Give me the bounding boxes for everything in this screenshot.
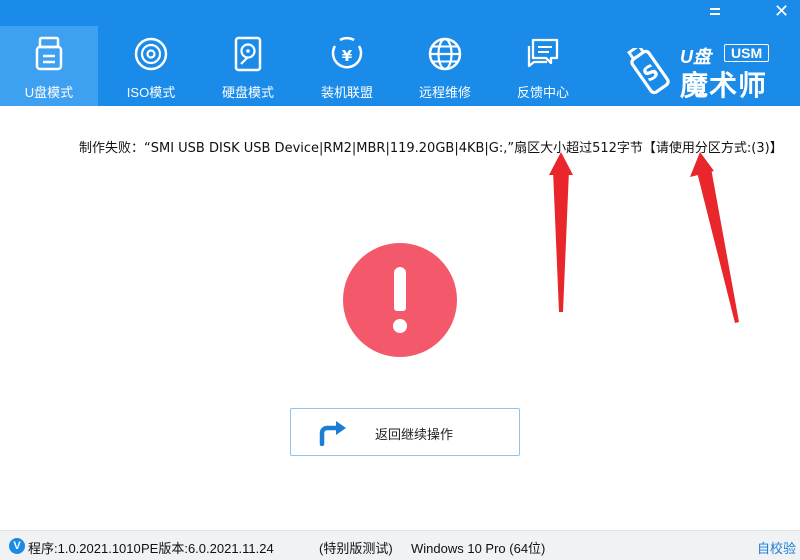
error-icon bbox=[343, 243, 457, 357]
tab-remote-repair[interactable]: 远程维修 bbox=[396, 26, 494, 106]
tab-label: ISO模式 bbox=[126, 85, 176, 100]
usb-drive-icon bbox=[35, 36, 63, 71]
app-header: ✕ U盘模式 ISO模式 硬盘模式 ¥ 装机联盟 远程维修 反馈中心 S U盘 … bbox=[0, 0, 800, 106]
edition-label: (特别版测试) bbox=[319, 541, 393, 556]
logo-usb-icon: S bbox=[627, 48, 670, 95]
tab-hard-disk-mode[interactable]: 硬盘模式 bbox=[199, 26, 297, 106]
return-continue-button[interactable]: 返回继续操作 bbox=[290, 408, 520, 456]
logo-usm-badge: USM bbox=[724, 44, 770, 62]
disc-icon bbox=[134, 37, 168, 71]
tab-iso-mode[interactable]: ISO模式 bbox=[102, 26, 200, 106]
tab-label: 硬盘模式 bbox=[221, 85, 274, 100]
app-logo: S U盘 USM 魔术师 bbox=[626, 44, 786, 102]
yen-coin-icon: ¥ bbox=[331, 36, 363, 69]
menu-icon[interactable] bbox=[708, 6, 722, 18]
os-label: Windows 10 Pro (64位) bbox=[411, 541, 546, 556]
version-icon: V bbox=[9, 538, 25, 554]
svg-text:¥: ¥ bbox=[342, 47, 353, 65]
tab-label: 远程维修 bbox=[418, 85, 471, 100]
tab-feedback-center[interactable]: 反馈中心 bbox=[494, 26, 592, 106]
svg-text:S: S bbox=[638, 59, 664, 87]
error-message: 制作失败：“SMI USB DISK USB Device|RM2|MBR|11… bbox=[79, 141, 783, 156]
close-button[interactable]: ✕ bbox=[774, 2, 789, 20]
return-arrow-icon bbox=[319, 421, 346, 446]
program-version: 程序:1.0.2021.1010 bbox=[28, 541, 141, 556]
return-continue-label: 返回继续操作 bbox=[375, 427, 454, 442]
annotation-arrow-left bbox=[549, 152, 573, 312]
exclamation-bar bbox=[394, 267, 406, 311]
pe-version: PE版本:6.0.2021.11.24 bbox=[141, 541, 274, 556]
exclamation-dot bbox=[393, 319, 407, 333]
chat-bubble-icon bbox=[527, 38, 559, 68]
tab-label: 装机联盟 bbox=[320, 85, 373, 100]
tab-install-alliance[interactable]: ¥ 装机联盟 bbox=[298, 26, 396, 106]
tab-label: U盘模式 bbox=[24, 85, 74, 100]
globe-icon bbox=[428, 37, 462, 71]
hard-disk-icon bbox=[234, 36, 262, 72]
status-bar: V 程序:1.0.2021.1010 PE版本:6.0.2021.11.24 (… bbox=[0, 530, 800, 560]
tab-u-disk-mode[interactable]: U盘模式 bbox=[0, 26, 98, 106]
logo-brand-text: 魔术师 bbox=[680, 69, 768, 102]
annotation-arrow-right bbox=[690, 152, 739, 323]
tab-label: 反馈中心 bbox=[516, 85, 569, 100]
self-check-link[interactable]: 自校验 bbox=[757, 538, 796, 557]
